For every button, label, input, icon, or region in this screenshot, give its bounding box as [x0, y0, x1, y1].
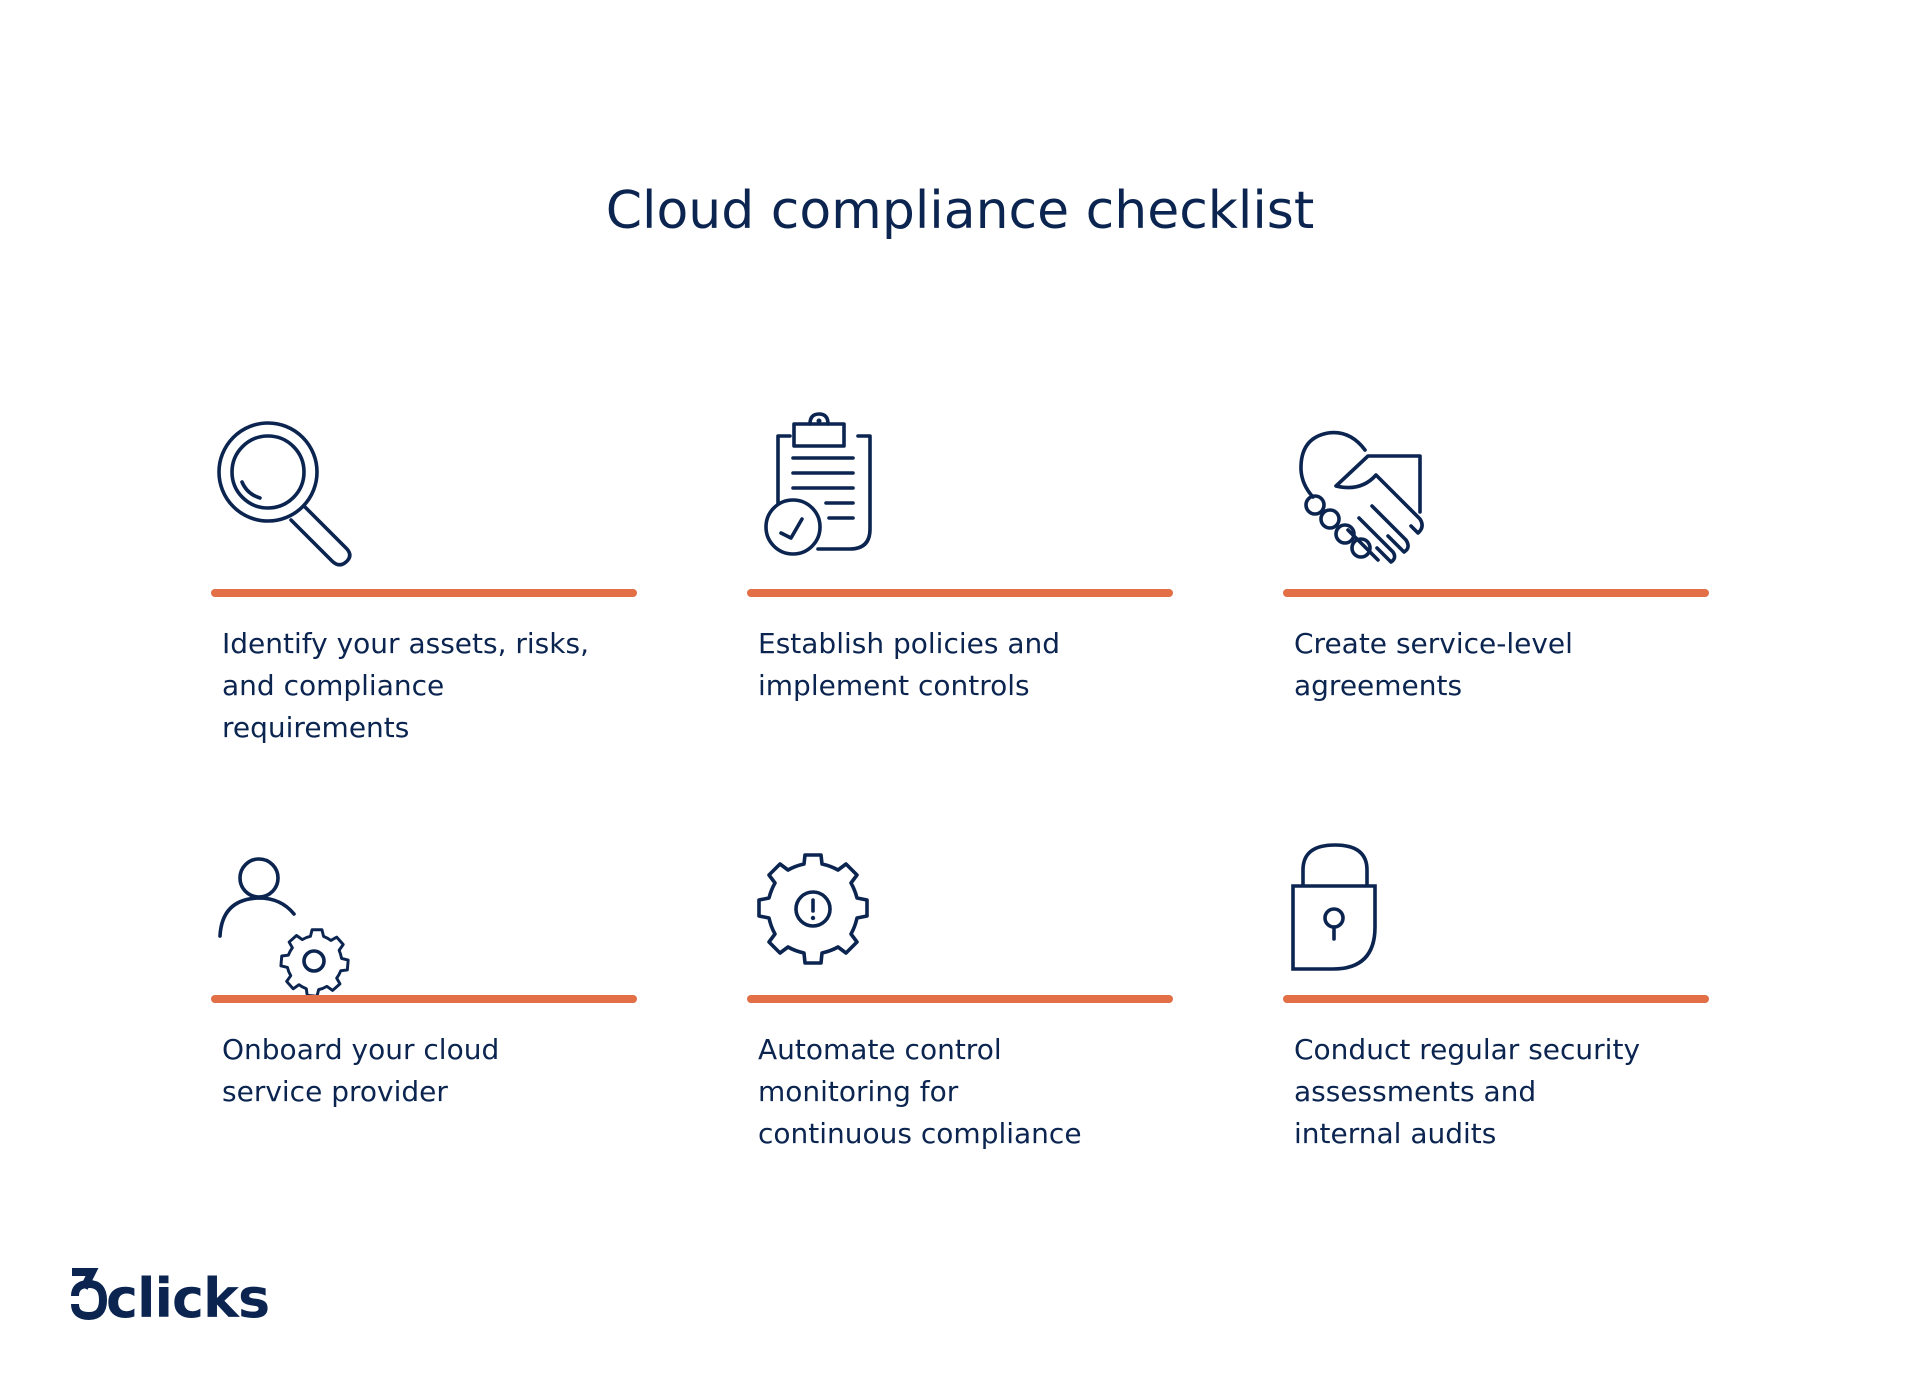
accent-divider	[211, 589, 637, 597]
page-title: Cloud compliance checklist	[605, 181, 1315, 241]
clipboard-check-icon	[755, 412, 905, 562]
accent-divider	[1283, 589, 1709, 597]
checklist-item-text: Onboard your cloud service provider	[222, 1033, 500, 1108]
magnifying-glass-icon	[217, 421, 369, 572]
accent-divider	[747, 995, 1173, 1003]
handshake-icon	[1293, 430, 1443, 580]
logo-wordmark: clicks	[106, 1267, 269, 1330]
accent-divider	[1283, 995, 1709, 1003]
checklist-item-text: Conduct regular security assessments and i…	[1294, 1033, 1641, 1150]
six-clicks-logo-mark: clicks	[71, 1267, 270, 1330]
accent-divider	[747, 589, 1173, 597]
checklist-item-text: Create service-level agreements	[1294, 627, 1573, 702]
user-gear-icon	[218, 856, 369, 1006]
accent-divider	[211, 995, 637, 1003]
checklist-item-text: Identify your assets, risks, and complian…	[222, 627, 589, 744]
checklist-item-text: Automate control monitoring for continuous…	[758, 1033, 1082, 1150]
checklist-item-text: Establish policies and implement controls	[758, 627, 1061, 702]
brand-logo: clicks	[70, 1262, 270, 1330]
padlock-icon	[1291, 843, 1443, 995]
gear-alert-icon	[755, 853, 905, 1004]
